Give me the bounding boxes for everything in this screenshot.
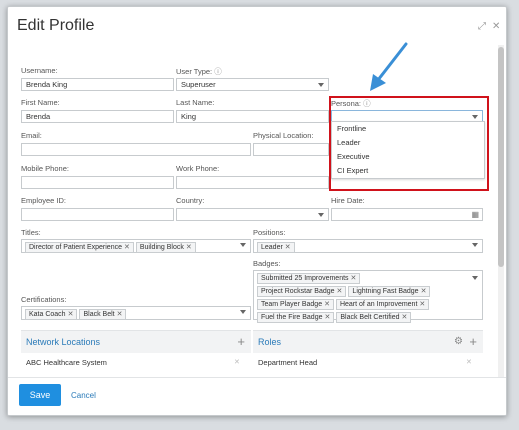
badge-chip: Team Player Badge ✕ — [257, 299, 334, 310]
badges-label: Badges: — [253, 259, 281, 268]
remove-chip-icon[interactable]: ✕ — [124, 244, 130, 251]
certification-chip: Black Belt ✕ — [79, 309, 127, 320]
badge-chip: Lightning Fast Badge ✕ — [348, 286, 431, 297]
cancel-button[interactable]: Cancel — [71, 391, 96, 400]
chevron-down-icon — [472, 243, 478, 247]
roles-header: Roles ⚙ + — [253, 330, 483, 353]
user-type-select[interactable]: Superuser — [176, 78, 329, 91]
remove-chip-icon[interactable]: ✕ — [419, 301, 425, 308]
certifications-multiselect[interactable]: Kata Coach ✕ Black Belt ✕ — [21, 306, 251, 320]
roles-title: Roles — [258, 337, 282, 347]
dialog-footer: Save Cancel — [8, 377, 506, 415]
title-chip: Building Block ✕ — [135, 242, 196, 253]
physical-location-input[interactable] — [253, 143, 329, 156]
edit-profile-dialog: Edit Profile ⤢ ✕ Username: Brenda King U… — [7, 6, 507, 416]
employee-id-label: Employee ID: — [21, 196, 67, 205]
remove-chip-icon[interactable]: ✕ — [421, 288, 427, 295]
first-name-input[interactable]: Brenda — [21, 110, 174, 123]
info-icon: ⓘ — [214, 67, 222, 76]
remove-chip-icon[interactable]: ✕ — [351, 275, 357, 282]
user-type-value: Superuser — [181, 80, 216, 89]
physical-location-label: Physical Location: — [253, 131, 314, 140]
work-phone-label: Work Phone: — [176, 164, 220, 173]
work-phone-input[interactable] — [176, 176, 329, 189]
hire-date-input[interactable]: ▦ — [331, 208, 483, 221]
email-input[interactable] — [21, 143, 251, 156]
remove-chip-icon[interactable]: ✕ — [285, 244, 291, 251]
mobile-phone-input[interactable] — [21, 176, 174, 189]
gear-icon[interactable]: ⚙ — [454, 336, 463, 347]
add-role-icon[interactable]: + — [469, 334, 477, 349]
titles-label: Titles: — [21, 228, 41, 237]
close-icon[interactable]: ✕ — [492, 22, 500, 32]
last-name-label: Last Name: — [176, 98, 215, 107]
network-locations-header: Network Locations + — [21, 330, 251, 353]
remove-chip-icon[interactable]: ✕ — [402, 314, 408, 321]
badge-chip: Project Rockstar Badge ✕ — [257, 286, 347, 297]
expand-icon[interactable]: ⤢ — [478, 22, 486, 32]
certifications-label: Certifications: — [21, 295, 67, 304]
titles-multiselect[interactable]: Director of Patient Experience ✕ Building … — [21, 239, 251, 253]
chevron-down-icon — [472, 276, 478, 280]
employee-id-input[interactable] — [21, 208, 174, 221]
title-chip: Director of Patient Experience ✕ — [25, 242, 134, 253]
certification-chip: Kata Coach ✕ — [25, 309, 78, 320]
remove-chip-icon[interactable]: ✕ — [324, 314, 330, 321]
remove-chip-icon[interactable]: ✕ — [324, 301, 330, 308]
username-input[interactable]: Brenda King — [21, 78, 174, 91]
remove-chip-icon[interactable]: ✕ — [68, 311, 74, 318]
username-label: Username: — [21, 66, 58, 75]
dialog-title: Edit Profile — [17, 17, 95, 34]
remove-chip-icon[interactable]: ✕ — [186, 244, 192, 251]
save-button[interactable]: Save — [19, 384, 61, 406]
mobile-phone-label: Mobile Phone: — [21, 164, 69, 173]
chevron-down-icon — [318, 213, 324, 217]
badge-chip: Black Belt Certified ✕ — [336, 312, 412, 323]
badges-multiselect[interactable]: Submitted 25 Improvements ✕ Project Rocks… — [253, 270, 483, 323]
remove-role-icon[interactable]: ✕ — [466, 358, 472, 366]
remove-chip-icon[interactable]: ✕ — [117, 311, 123, 318]
role-item: Department Head — [258, 358, 318, 367]
positions-multiselect[interactable]: Leader ✕ — [253, 239, 483, 253]
country-select[interactable] — [176, 208, 329, 221]
add-network-location-icon[interactable]: + — [237, 334, 245, 349]
last-name-input[interactable]: King — [176, 110, 329, 123]
remove-chip-icon[interactable]: ✕ — [337, 288, 343, 295]
network-locations-title: Network Locations — [26, 337, 101, 347]
network-location-item: ABC Healthcare System — [26, 358, 107, 367]
user-type-label: User Type: ⓘ — [176, 67, 222, 76]
positions-label: Positions: — [253, 228, 286, 237]
email-label: Email: — [21, 131, 42, 140]
pointer-arrow-icon — [370, 42, 408, 91]
first-name-label: First Name: — [21, 98, 60, 107]
hire-date-label: Hire Date: — [331, 196, 365, 205]
chevron-down-icon — [240, 243, 246, 247]
persona-highlight-box — [329, 96, 489, 191]
position-chip: Leader ✕ — [257, 242, 295, 253]
badge-chip: Submitted 25 Improvements ✕ — [257, 273, 361, 284]
chevron-down-icon — [318, 83, 324, 87]
chevron-down-icon — [240, 310, 246, 314]
badge-chip: Fuel the Fire Badge ✕ — [257, 312, 335, 323]
calendar-icon[interactable]: ▦ — [471, 209, 479, 220]
dialog-scrollbar[interactable] — [498, 45, 504, 377]
remove-network-location-icon[interactable]: ✕ — [234, 358, 240, 366]
badge-chip: Heart of an Improvement ✕ — [335, 299, 430, 310]
scrollbar-thumb[interactable] — [498, 47, 504, 267]
country-label: Country: — [176, 196, 205, 205]
